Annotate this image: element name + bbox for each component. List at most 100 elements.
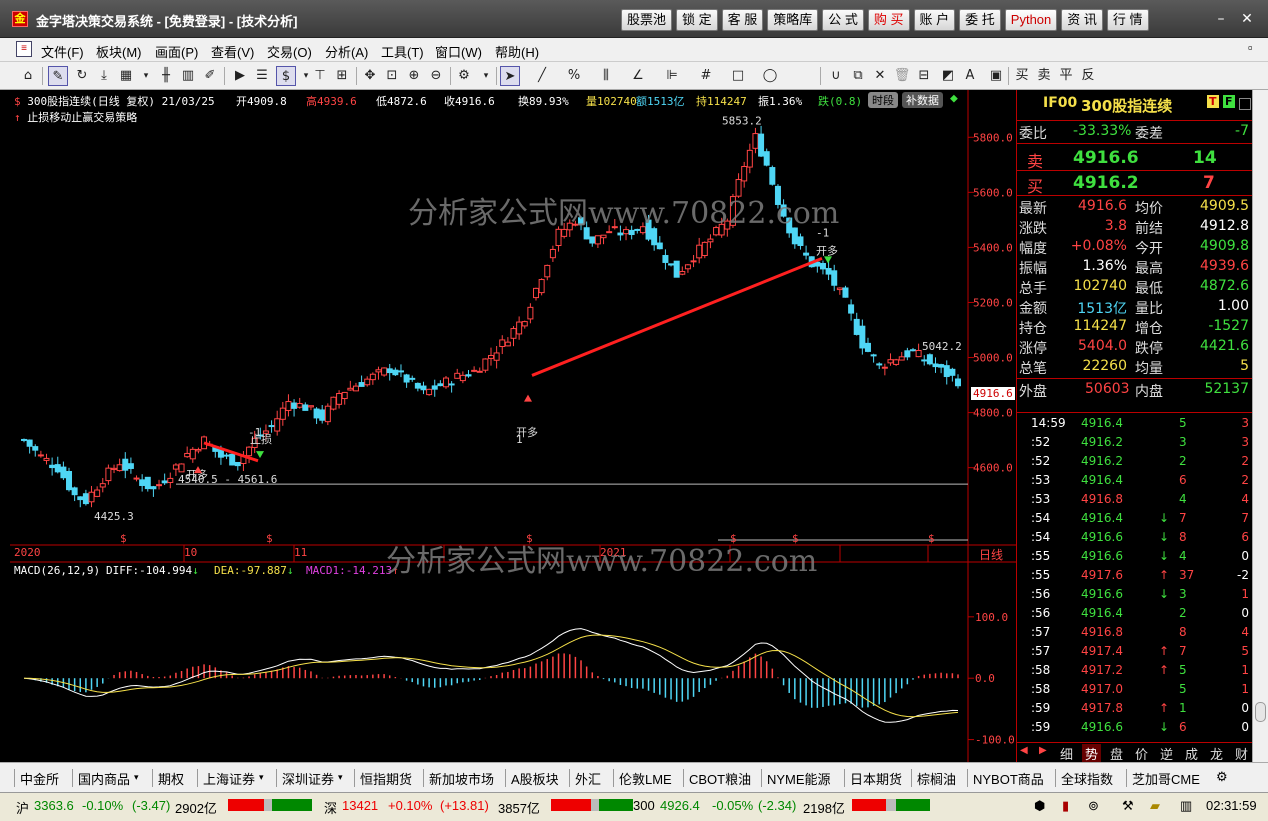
quote-tab[interactable]: 盘 xyxy=(1107,744,1126,763)
dropdown-icon[interactable]: ▾ xyxy=(259,772,264,783)
strategy-library-button[interactable]: 策略库 xyxy=(767,9,819,31)
sell-open-icon[interactable]: 卖 xyxy=(1034,66,1054,86)
fill-icon[interactable]: ◩ xyxy=(938,66,958,86)
magnet-icon[interactable]: ∪ xyxy=(826,66,846,86)
market-tab[interactable]: CBOT粮油 xyxy=(689,769,751,788)
menu-file[interactable]: 文件(F) xyxy=(41,42,84,61)
formula-button[interactable]: 公 式 xyxy=(822,9,864,31)
menu-screen[interactable]: 画面(P) xyxy=(155,42,198,61)
chart-area[interactable]: $ 300股指连续(日线 复权) 21/03/25 开4909.8 高4939.… xyxy=(10,90,1016,762)
database-icon[interactable]: ▮ xyxy=(1062,798,1069,814)
tick-row[interactable]: :55 4916.6 4 0 ↓ xyxy=(1017,547,1253,567)
market-tab[interactable]: 棕榈油 xyxy=(917,769,956,788)
settings-icon[interactable]: ⚙ xyxy=(454,66,474,86)
tick-row[interactable]: :58 4917.0 5 1 xyxy=(1017,680,1253,700)
buy-open-icon[interactable]: 买 xyxy=(1012,66,1032,86)
scrollbar[interactable] xyxy=(1252,90,1268,762)
menu-analysis[interactable]: 分析(A) xyxy=(325,42,368,61)
sell-row[interactable]: 卖 4916.6 14 xyxy=(1017,147,1253,171)
entrust-button[interactable]: 委 托 xyxy=(959,9,1001,31)
expand-icon[interactable] xyxy=(1239,98,1251,110)
restore-icon[interactable]: ▫ xyxy=(1248,40,1253,55)
purchase-button[interactable]: 购 买 xyxy=(867,9,910,31)
tick-row[interactable]: :52 4916.2 2 2 xyxy=(1017,452,1253,472)
download-icon[interactable]: ⤓ xyxy=(94,66,114,86)
pointer-icon[interactable]: ➤ xyxy=(500,66,520,86)
market-tab[interactable]: A股板块 xyxy=(511,769,559,788)
quote-tab[interactable]: 逆 xyxy=(1157,744,1176,763)
menu-view[interactable]: 查看(V) xyxy=(211,42,254,61)
market-tab[interactable]: 伦敦LME xyxy=(619,769,672,788)
tick-row[interactable]: :54 4916.4 7 7 ↓ xyxy=(1017,509,1253,529)
align-icon[interactable]: ⊫ xyxy=(662,66,682,86)
python-tray-icon[interactable]: ⬢ xyxy=(1034,798,1045,814)
market-tab[interactable]: 中金所 xyxy=(20,769,59,788)
export-icon[interactable]: ⊞ xyxy=(332,66,352,86)
columns-icon[interactable]: ⫼ xyxy=(596,66,616,86)
candle-icon[interactable]: ╫ xyxy=(156,66,176,86)
play-icon[interactable]: ▶ xyxy=(230,66,250,86)
quote-tab[interactable]: 价 xyxy=(1132,744,1151,763)
pen-icon[interactable]: ✎ xyxy=(48,66,68,86)
market-tab[interactable]: 日本期货 xyxy=(850,769,902,788)
market-tab[interactable]: 深圳证券 xyxy=(282,769,334,788)
market-tab[interactable]: 外汇 xyxy=(575,769,601,788)
tick-row[interactable]: :57 4916.8 8 4 xyxy=(1017,623,1253,643)
news-button[interactable]: 资 讯 xyxy=(1061,9,1103,31)
market-tab[interactable]: 国内商品 xyxy=(78,769,130,788)
scroll-thumb[interactable] xyxy=(1255,702,1266,722)
tab-next-icon[interactable]: ▶ xyxy=(1039,745,1047,756)
tick-row[interactable]: :59 4917.8 1 0 ↑ xyxy=(1017,699,1253,719)
filter-icon[interactable]: ⊤ xyxy=(310,66,330,86)
copy-icon[interactable]: ⧉ xyxy=(848,66,868,86)
lock-button[interactable]: 锁 定 xyxy=(676,9,718,31)
tick-row[interactable]: :59 4916.6 6 0 ↓ xyxy=(1017,718,1253,738)
menu-trade[interactable]: 交易(O) xyxy=(267,42,312,61)
save-icon[interactable]: ▣ xyxy=(986,66,1006,86)
market-tab[interactable]: 上海证券 xyxy=(203,769,255,788)
list-icon[interactable]: ☰ xyxy=(252,66,272,86)
tick-row[interactable]: :56 4916.6 3 1 ↓ xyxy=(1017,585,1253,605)
menu-sector[interactable]: 板块(M) xyxy=(96,42,142,61)
market-button[interactable]: 行 情 xyxy=(1106,9,1149,31)
move-icon[interactable]: ✥ xyxy=(360,66,380,86)
market-tab[interactable]: 期权 xyxy=(158,769,184,788)
service-button[interactable]: 客 服 xyxy=(721,9,764,31)
network-icon[interactable]: ⊚ xyxy=(1088,798,1099,814)
rect-icon[interactable]: □ xyxy=(728,66,748,86)
minimize-icon[interactable]: – xyxy=(1210,9,1232,29)
close-position-icon[interactable]: 平 xyxy=(1056,66,1076,86)
reverse-icon[interactable]: 反 xyxy=(1078,66,1098,86)
zoom-in-icon[interactable]: ⊕ xyxy=(404,66,424,86)
quote-tab[interactable]: 势 xyxy=(1082,744,1102,763)
t-badge[interactable]: T xyxy=(1207,95,1219,108)
dropdown-icon[interactable]: ▾ xyxy=(134,772,139,783)
market-tab[interactable]: NYME能源 xyxy=(767,769,831,788)
folder-icon[interactable]: ▰ xyxy=(1150,798,1160,814)
menu-window[interactable]: 窗口(W) xyxy=(435,42,482,61)
tick-row[interactable]: :58 4917.2 5 1 ↑ xyxy=(1017,661,1253,681)
quote-tab[interactable]: 龙 xyxy=(1207,744,1226,763)
bar-chart-icon[interactable]: ▥ xyxy=(178,66,198,86)
tick-row[interactable]: :53 4916.4 6 2 xyxy=(1017,471,1253,491)
tick-row[interactable]: :53 4916.8 4 4 xyxy=(1017,490,1253,510)
document-icon[interactable]: ≡ xyxy=(16,41,32,57)
dropdown-icon[interactable]: ▾ xyxy=(338,772,343,783)
tab-prev-icon[interactable]: ◀ xyxy=(1020,745,1028,756)
tick-row[interactable]: :52 4916.2 3 3 xyxy=(1017,433,1253,453)
delete-icon[interactable]: ✕ xyxy=(870,66,890,86)
menu-help[interactable]: 帮助(H) xyxy=(495,42,539,61)
fit-icon[interactable]: ⊡ xyxy=(382,66,402,86)
font-icon[interactable]: A xyxy=(960,66,980,86)
period-label[interactable]: 日线 xyxy=(979,546,1003,563)
close-icon[interactable]: ✕ xyxy=(1236,9,1258,29)
dropdown-icon[interactable]: ▾ xyxy=(476,66,496,86)
python-button[interactable]: Python xyxy=(1004,9,1058,31)
quote-tab[interactable]: 成 xyxy=(1182,744,1201,763)
ellipse-icon[interactable]: ◯ xyxy=(760,66,780,86)
percent-icon[interactable]: % xyxy=(564,66,584,86)
f-badge[interactable]: F xyxy=(1223,95,1235,108)
angle-icon[interactable]: ∠ xyxy=(628,66,648,86)
home-icon[interactable]: ⌂ xyxy=(18,66,38,86)
zoom-out-icon[interactable]: ⊖ xyxy=(426,66,446,86)
